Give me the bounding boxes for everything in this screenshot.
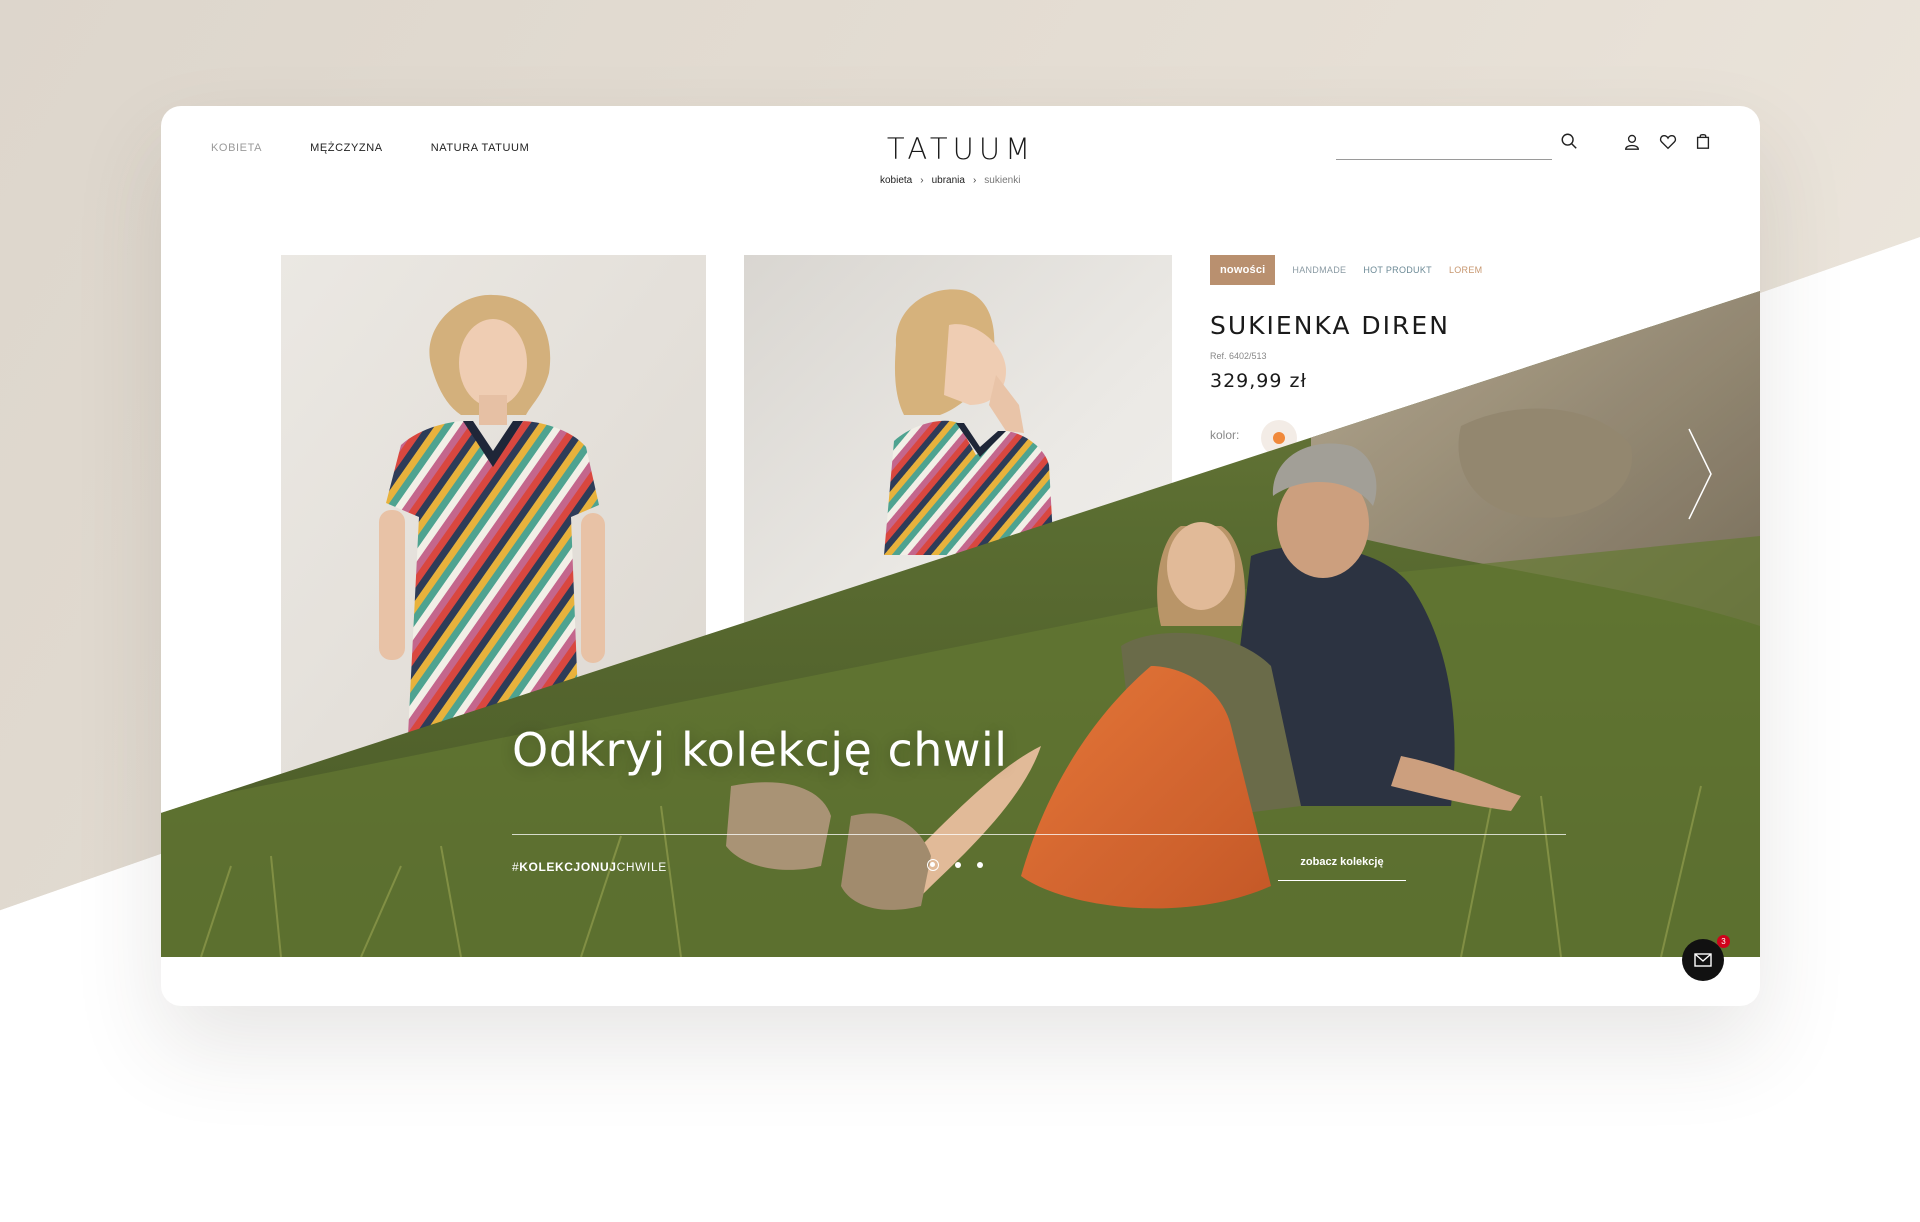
tag-new[interactable]: nowości xyxy=(1210,255,1276,285)
hashtag-bold: KOLEKCJONUJ xyxy=(519,860,617,874)
tag-lorem[interactable]: LOREM xyxy=(1449,265,1483,275)
product-title: SUKIENKA DIREN xyxy=(1210,311,1450,340)
banner-hashtag: #KOLEKCJONUJCHWILE xyxy=(512,860,667,874)
nav-item-kobieta[interactable]: KOBIETA xyxy=(211,142,262,154)
color-label: kolor: xyxy=(1210,428,1240,442)
banner-divider xyxy=(512,834,1566,835)
chevron-right-icon[interactable] xyxy=(1687,427,1713,521)
breadcrumb-item-sukienki: sukienki xyxy=(984,175,1021,186)
banner-title: Odkryj kolekcję chwil xyxy=(512,723,1008,777)
search-input[interactable] xyxy=(1336,138,1552,160)
nav-item-mezczyzna[interactable]: MĘŻCZYZNA xyxy=(310,142,383,154)
chevron-right-icon: › xyxy=(972,175,977,186)
breadcrumb-item-ubrania[interactable]: ubrania xyxy=(932,175,965,186)
tag-handmade[interactable]: HANDMADE xyxy=(1292,265,1346,275)
slider-dot-1[interactable] xyxy=(927,859,939,871)
tag-hot-product[interactable]: HOT PRODUKT xyxy=(1363,265,1432,275)
heart-icon[interactable] xyxy=(1657,131,1679,153)
breadcrumb: kobieta › ubrania › sukienki xyxy=(880,175,1020,186)
product-tags: nowości HANDMADE HOT PRODUKT LOREM xyxy=(1210,255,1482,285)
main-card: KOBIETA MĘŻCZYZNA NATURA TATUUM TATUUM k… xyxy=(161,106,1760,1006)
mail-icon xyxy=(1694,953,1712,967)
user-icon[interactable] xyxy=(1621,131,1643,153)
chat-badge: 3 xyxy=(1717,935,1730,948)
product-price: 329,99 zł xyxy=(1210,370,1307,392)
breadcrumb-item-kobieta[interactable]: kobieta xyxy=(880,175,912,186)
product-ref: Ref. 6402/513 xyxy=(1210,351,1267,361)
main-nav: KOBIETA MĘŻCZYZNA NATURA TATUUM xyxy=(211,142,529,154)
brand-logo[interactable]: TATUUM xyxy=(881,132,1041,166)
slider-dot-2[interactable] xyxy=(955,862,961,868)
bag-icon[interactable] xyxy=(1692,130,1714,152)
nav-item-natura[interactable]: NATURA TATUUM xyxy=(431,142,530,154)
search-icon[interactable] xyxy=(1558,130,1580,152)
see-collection-link[interactable]: zobacz kolekcję xyxy=(1278,856,1406,881)
chevron-right-icon: › xyxy=(920,175,924,186)
hashtag-rest: CHWILE xyxy=(616,860,667,874)
slider-dots xyxy=(927,859,983,871)
slider-dot-3[interactable] xyxy=(977,862,983,868)
